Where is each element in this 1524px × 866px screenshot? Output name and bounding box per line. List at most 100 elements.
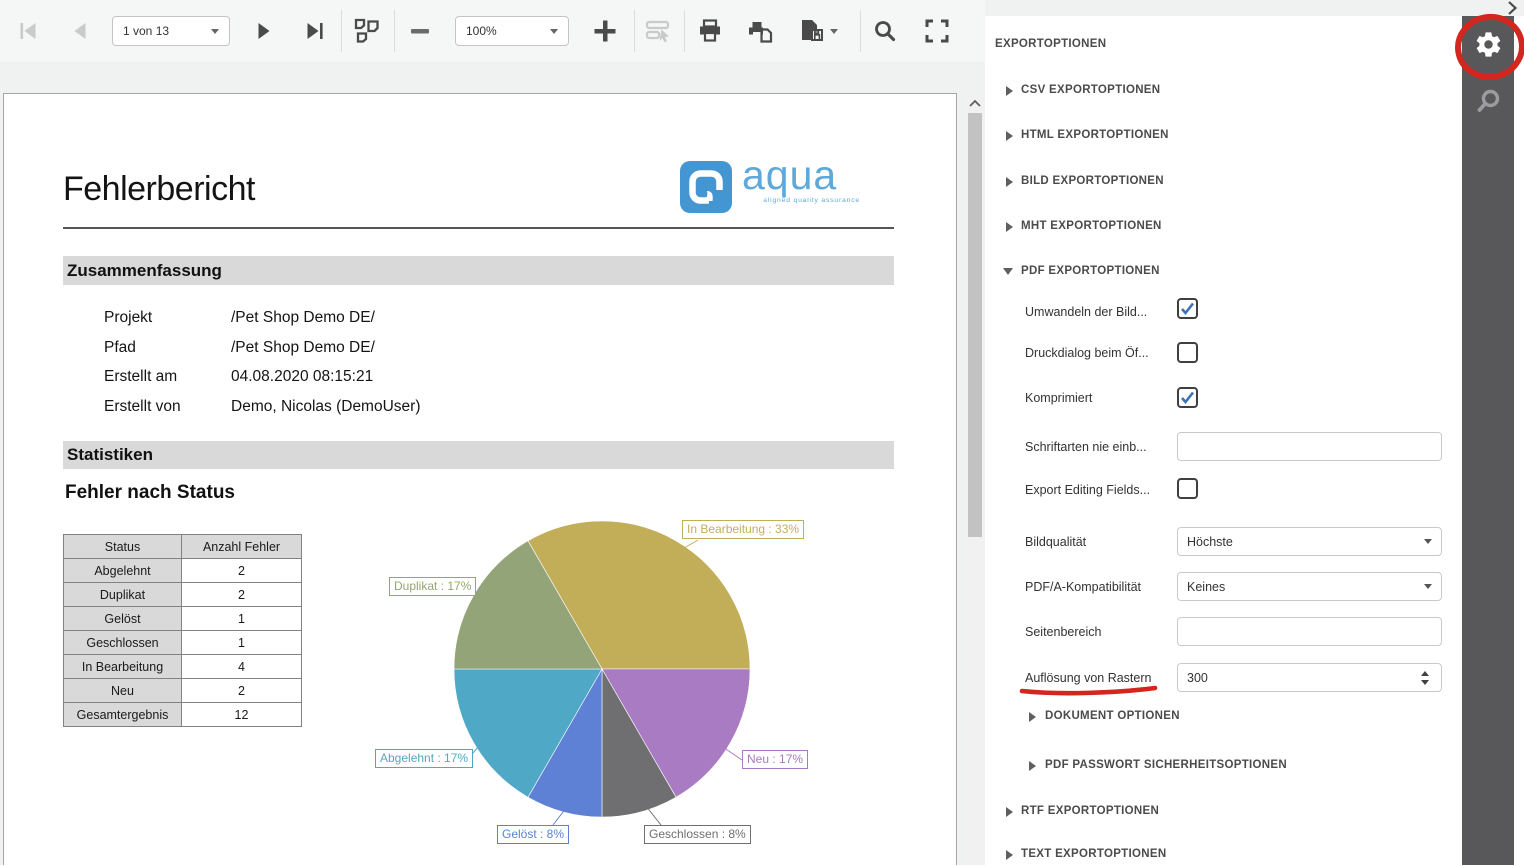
zoom-level-value: 100%: [466, 24, 497, 38]
section-rtf-exportoptionen[interactable]: RTF EXPORTOPTIONEN: [1021, 805, 1159, 817]
pie-slice-neu: [602, 669, 750, 797]
table-row: Geschlossen1: [64, 631, 302, 655]
aufloesung-spinner[interactable]: [1415, 664, 1435, 691]
pie-slice-duplikat: [454, 541, 602, 669]
check-icon: [1180, 301, 1195, 316]
pie-label-duplikat: Duplikat : 17%: [389, 577, 476, 596]
gear-icon: [1474, 30, 1503, 59]
section-text-exportoptionen[interactable]: TEXT EXPORTOPTIONEN: [1021, 848, 1166, 860]
spinner-up-icon[interactable]: [1421, 671, 1429, 676]
panel-sidebar: [1462, 16, 1514, 865]
fullscreen-icon: [924, 18, 950, 44]
expand-arrow-icon[interactable]: [1006, 86, 1013, 96]
scroll-up-button[interactable]: [966, 93, 984, 112]
collapse-arrow-icon[interactable]: [1003, 268, 1013, 275]
expand-arrow-icon[interactable]: [1006, 177, 1013, 187]
document-scrollbar[interactable]: [966, 93, 984, 865]
next-page-button[interactable]: [246, 13, 282, 49]
last-page-button[interactable]: [297, 13, 333, 49]
editing-fields-button: [640, 13, 678, 49]
option-label-umwandeln: Umwandeln der Bild...: [1025, 305, 1147, 319]
zoom-in-button[interactable]: [586, 13, 624, 49]
aqua-logo: aqua aligned quality assurance: [680, 161, 895, 217]
minus-icon: [407, 18, 433, 44]
table-row: In Bearbeitung4: [64, 655, 302, 679]
pie-label-geloest: Gelöst : 8%: [497, 825, 569, 844]
fullscreen-button[interactable]: [918, 13, 956, 49]
page-selector-value: 1 von 13: [123, 24, 169, 38]
chevron-down-icon: [1424, 539, 1432, 544]
section-html-exportoptionen[interactable]: HTML EXPORTOPTIONEN: [1021, 129, 1169, 141]
section-csv-exportoptionen[interactable]: CSV EXPORTOPTIONEN: [1021, 84, 1160, 96]
meta-row-erstellt-von: Erstellt vonDemo, Nicolas (DemoUser): [104, 398, 420, 416]
option-label-seitenbereich: Seitenbereich: [1025, 625, 1101, 639]
expand-arrow-icon[interactable]: [1006, 222, 1013, 232]
chevron-down-icon: [830, 29, 838, 34]
schriftarten-input[interactable]: [1177, 432, 1442, 461]
status-table-body: Abgelehnt2Duplikat2Gelöst1Geschlossen1In…: [64, 559, 302, 727]
chevron-down-icon: [211, 29, 219, 34]
komprimiert-checkbox[interactable]: [1177, 387, 1198, 408]
section-mht-exportoptionen[interactable]: MHT EXPORTOPTIONEN: [1021, 220, 1162, 232]
expand-arrow-icon[interactable]: [1006, 131, 1013, 141]
seitenbereich-input[interactable]: [1177, 617, 1442, 646]
report-title: Fehlerbericht: [63, 170, 255, 209]
print-button[interactable]: [690, 13, 730, 49]
search-button[interactable]: [866, 13, 904, 49]
table-row: Abgelehnt2: [64, 559, 302, 583]
pie-label-abgelehnt: Abgelehnt : 17%: [375, 749, 473, 768]
first-page-button[interactable]: [10, 13, 46, 49]
table-header-row: Status Anzahl Fehler: [64, 535, 302, 559]
expand-arrow-icon[interactable]: [1006, 850, 1013, 860]
meta-row-projekt: Projekt/Pet Shop Demo DE/: [104, 309, 375, 327]
bildqualitaet-select[interactable]: Höchste: [1177, 527, 1442, 556]
panel-title: EXPORTOPTIONEN: [995, 38, 1106, 50]
umwandeln-checkbox[interactable]: [1177, 298, 1198, 319]
check-icon: [1180, 390, 1195, 405]
next-page-icon: [253, 20, 275, 42]
section-bild-exportoptionen[interactable]: BILD EXPORTOPTIONEN: [1021, 175, 1164, 187]
chevron-up-icon: [969, 99, 981, 107]
search-icon: [872, 18, 898, 44]
expand-arrow-icon[interactable]: [1029, 761, 1036, 771]
section-pdf-exportoptionen[interactable]: PDF EXPORTOPTIONEN: [1021, 265, 1160, 277]
chevron-down-icon: [550, 29, 558, 34]
panel-search-button[interactable]: [1475, 88, 1502, 120]
zoom-out-button[interactable]: [402, 13, 438, 49]
bildqualitaet-value: Höchste: [1187, 535, 1233, 549]
expand-arrow-icon[interactable]: [1029, 712, 1036, 722]
meta-row-pfad: Pfad/Pet Shop Demo DE/: [104, 339, 375, 357]
print-page-icon: [747, 18, 775, 44]
meta-row-erstellt-am: Erstellt am04.08.2020 08:15:21: [104, 368, 373, 386]
spinner-down-icon[interactable]: [1421, 680, 1429, 685]
option-label-bildqualitaet: Bildqualität: [1025, 535, 1086, 549]
print-page-button[interactable]: [740, 13, 782, 49]
pie-label-neu: Neu : 17%: [742, 750, 808, 769]
previous-page-button[interactable]: [62, 13, 98, 49]
table-row: Neu2: [64, 679, 302, 703]
aqua-tagline: aligned quality assurance: [744, 197, 860, 204]
section-dokument-optionen[interactable]: DOKUMENT OPTIONEN: [1045, 710, 1180, 722]
export-save-icon: [799, 18, 825, 44]
settings-gear-button[interactable]: [1474, 30, 1503, 64]
multipage-view-button[interactable]: [348, 13, 388, 49]
chevron-right-icon: [1507, 1, 1518, 15]
plus-icon: [592, 18, 618, 44]
page-selector[interactable]: 1 von 13: [112, 16, 230, 46]
option-label-pdfa: PDF/A-Kompatibilität: [1025, 580, 1141, 594]
last-page-icon: [304, 20, 326, 42]
print-icon: [697, 18, 723, 44]
search-icon: [1475, 88, 1502, 115]
export-editing-checkbox[interactable]: [1177, 478, 1198, 499]
table-row: Gesamtergebnis12: [64, 703, 302, 727]
section-pdf-passwort[interactable]: PDF PASSWORT SICHERHEITSOPTIONEN: [1045, 759, 1287, 771]
zoom-level-selector[interactable]: 100%: [455, 16, 569, 46]
expand-arrow-icon[interactable]: [1006, 807, 1013, 817]
scrollbar-thumb[interactable]: [968, 113, 982, 537]
aufloesung-input[interactable]: [1177, 663, 1442, 692]
export-button[interactable]: [792, 13, 844, 49]
pdfa-select[interactable]: Keines: [1177, 572, 1442, 601]
title-divider: [63, 227, 894, 229]
druckdialog-checkbox[interactable]: [1177, 342, 1198, 363]
pie-slices: [454, 521, 750, 817]
